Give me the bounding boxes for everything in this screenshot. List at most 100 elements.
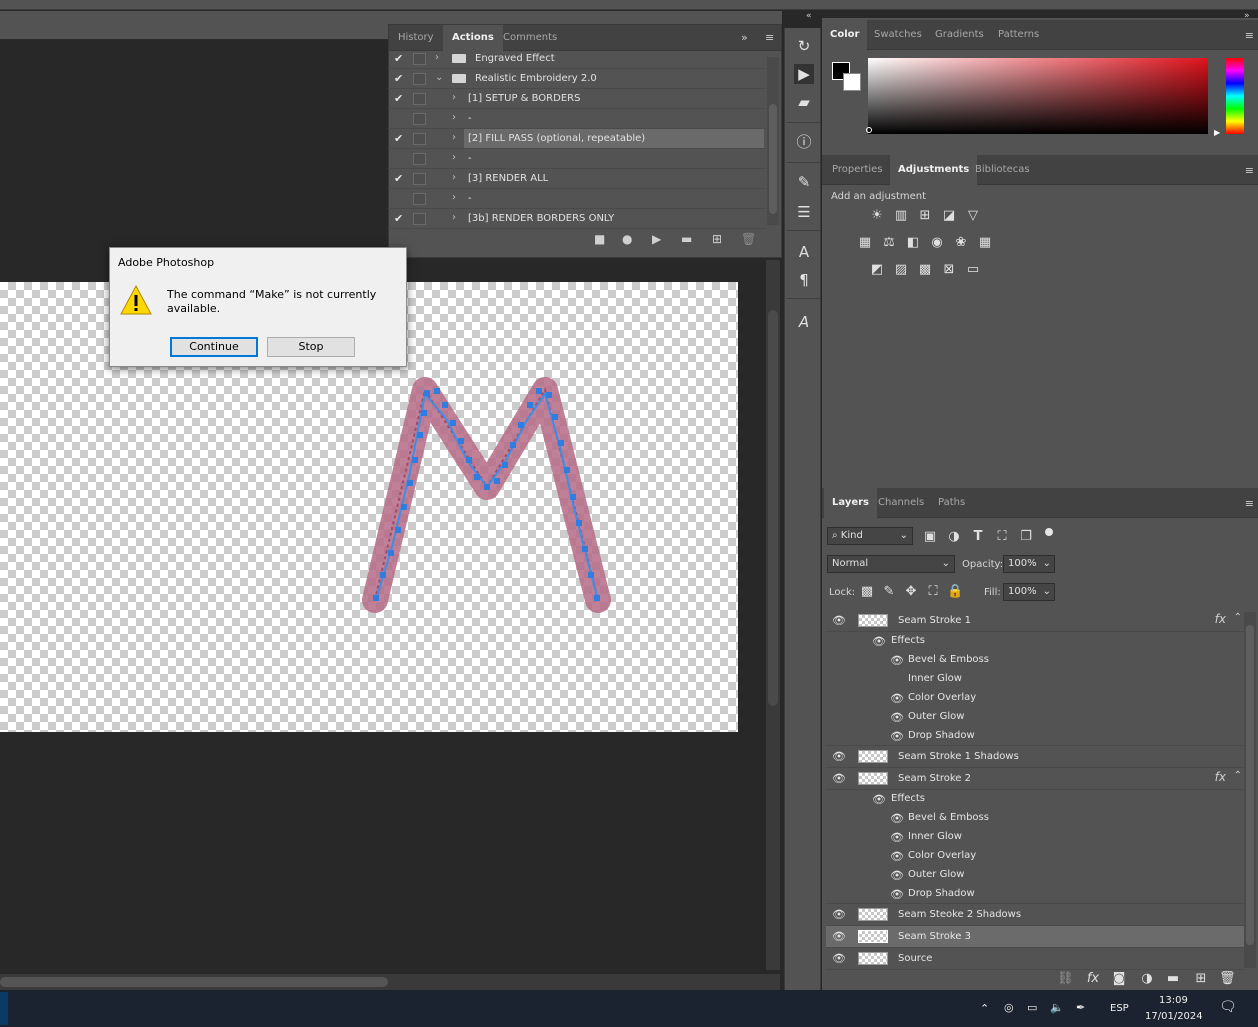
visibility-eye-icon[interactable]: 👁 bbox=[832, 750, 846, 763]
lock-transparent-pixels-icon[interactable]: ▩ bbox=[859, 584, 875, 600]
link-layers-icon[interactable]: ⛓ bbox=[1057, 971, 1074, 987]
toggle-item-checkbox[interactable] bbox=[394, 112, 406, 124]
brightness-contrast-icon[interactable]: ☀ bbox=[869, 208, 885, 224]
stop-recording-icon[interactable]: ■ bbox=[594, 232, 605, 246]
layer-row[interactable]: 👁 Seam Stroke 1 Shadows bbox=[826, 746, 1244, 768]
chevron-right-icon[interactable]: › bbox=[435, 52, 439, 63]
effect-row[interactable]: 👁 Drop Shadow bbox=[826, 885, 1244, 904]
glyphs-icon[interactable]: A bbox=[794, 312, 814, 332]
visibility-eye-icon[interactable]: 👁 bbox=[872, 793, 886, 806]
filter-smart-object-icon[interactable]: ❐ bbox=[1018, 529, 1034, 545]
chevron-right-icon[interactable]: › bbox=[452, 112, 456, 123]
info-icon[interactable]: ⓘ bbox=[794, 132, 814, 152]
comments-icon[interactable]: ▰ bbox=[794, 92, 814, 112]
layer-row[interactable]: 👁 Seam Steoke 2 Shadows bbox=[826, 904, 1244, 926]
layer-row[interactable]: 👁 Seam Stroke 1 fx ⌃ bbox=[826, 610, 1244, 632]
expand-panel-icon[interactable]: » bbox=[741, 31, 748, 44]
document-horizontal-scroll-thumb[interactable] bbox=[0, 977, 388, 987]
tab-properties[interactable]: Properties bbox=[824, 155, 891, 185]
effect-row[interactable]: 👁 Drop Shadow bbox=[826, 727, 1244, 746]
action-row[interactable]: › - bbox=[388, 189, 766, 209]
document-vertical-scroll-thumb[interactable] bbox=[768, 310, 778, 706]
visibility-eye-icon[interactable]: 👁 bbox=[832, 772, 846, 785]
toggle-item-checkbox[interactable]: ✔ bbox=[394, 92, 406, 105]
visibility-eye-icon[interactable]: 👁 bbox=[890, 654, 904, 667]
vibrance-icon[interactable]: ▽ bbox=[965, 208, 981, 224]
chevron-right-icon[interactable]: › bbox=[452, 92, 456, 103]
effect-row[interactable]: 👁 Bevel & Emboss bbox=[826, 809, 1244, 828]
color-lookup-icon[interactable]: ▦ bbox=[977, 235, 993, 251]
toggle-dialog-box[interactable] bbox=[413, 93, 426, 105]
effect-row[interactable]: 👁 Inner Glow bbox=[826, 828, 1244, 847]
panel-menu-icon[interactable]: ≡ bbox=[765, 31, 774, 44]
delete-layer-icon[interactable]: 🗑 bbox=[1219, 971, 1236, 987]
clock-date[interactable]: 17/01/2024 bbox=[1145, 1011, 1203, 1022]
layer-thumbnail[interactable] bbox=[858, 772, 888, 785]
visibility-eye-icon[interactable]: 👁 bbox=[832, 952, 846, 965]
tab-gradients[interactable]: Gradients bbox=[927, 20, 992, 50]
toggle-dialog-box[interactable] bbox=[413, 53, 426, 65]
toggle-dialog-box[interactable] bbox=[413, 113, 426, 125]
visibility-eye-icon[interactable]: 👁 bbox=[890, 869, 904, 882]
color-panel-menu-icon[interactable]: ≡ bbox=[1245, 29, 1254, 42]
chevron-right-icon[interactable]: › bbox=[452, 152, 456, 163]
record-icon[interactable]: ● bbox=[622, 232, 632, 246]
selective-color-icon[interactable]: ⊠ bbox=[941, 262, 957, 278]
chevron-right-icon[interactable]: › bbox=[452, 132, 456, 143]
toggle-dialog-box[interactable] bbox=[413, 193, 426, 205]
gradient-map-icon[interactable]: ▭ bbox=[965, 262, 981, 278]
toggle-item-checkbox[interactable]: ✔ bbox=[394, 52, 406, 65]
tab-patterns[interactable]: Patterns bbox=[990, 20, 1047, 50]
visibility-eye-icon[interactable]: 👁 bbox=[890, 730, 904, 743]
channel-mixer-icon[interactable]: ❀ bbox=[953, 235, 969, 251]
filter-adjustment-icon[interactable]: ◑ bbox=[946, 529, 962, 545]
visibility-eye-icon[interactable]: 👁 bbox=[832, 930, 846, 943]
meet-now-icon[interactable]: ◎ bbox=[1004, 1001, 1014, 1014]
new-adjustment-layer-icon[interactable]: ◑ bbox=[1139, 971, 1155, 987]
taskbar-app-button[interactable] bbox=[0, 992, 8, 1025]
notifications-icon[interactable]: 🗨 bbox=[1219, 999, 1237, 1015]
photo-filter-icon[interactable]: ◉ bbox=[929, 235, 945, 251]
new-group-icon[interactable]: ▬ bbox=[1165, 971, 1181, 987]
color-balance-icon[interactable]: ⚖ bbox=[881, 235, 897, 251]
new-set-folder-icon[interactable]: ▬ bbox=[681, 232, 692, 246]
effect-row[interactable]: 👁 Bevel & Emboss bbox=[826, 651, 1244, 670]
layer-name[interactable]: Source bbox=[898, 953, 932, 964]
blend-mode-select[interactable]: Normal ⌄ bbox=[827, 555, 955, 573]
chevron-down-icon[interactable]: ⌄ bbox=[435, 72, 443, 83]
layer-thumbnail[interactable] bbox=[858, 930, 888, 943]
tab-swatches[interactable]: Swatches bbox=[866, 20, 930, 50]
volume-icon[interactable]: 🔈 bbox=[1050, 1001, 1064, 1014]
layer-thumbnail[interactable] bbox=[858, 750, 888, 763]
visibility-eye-icon[interactable]: 👁 bbox=[832, 614, 846, 627]
layers-scroll-thumb[interactable] bbox=[1246, 625, 1254, 945]
layer-name[interactable]: Seam Steoke 2 Shadows bbox=[898, 909, 1021, 920]
action-row[interactable]: › - bbox=[388, 149, 766, 169]
visibility-eye-icon[interactable]: 👁 bbox=[890, 711, 904, 724]
black-white-icon[interactable]: ◧ bbox=[905, 235, 921, 251]
toggle-dialog-box[interactable] bbox=[413, 153, 426, 165]
language-indicator[interactable]: ESP bbox=[1110, 1003, 1129, 1014]
action-set-row[interactable]: ✔ ⌄ Realistic Embroidery 2.0 bbox=[388, 69, 766, 89]
visibility-eye-icon[interactable]: 👁 bbox=[832, 908, 846, 921]
levels-icon[interactable]: ▥ bbox=[893, 208, 909, 224]
visibility-eye-icon[interactable]: 👁 bbox=[890, 831, 904, 844]
color-field[interactable] bbox=[868, 58, 1208, 134]
clock-time[interactable]: 13:09 bbox=[1159, 995, 1188, 1006]
lock-position-icon[interactable]: ✥ bbox=[903, 584, 919, 600]
toggle-dialog-box[interactable] bbox=[413, 73, 426, 85]
effect-row[interactable]: 👁 Outer Glow bbox=[826, 708, 1244, 727]
hue-slider[interactable] bbox=[1226, 58, 1244, 134]
layer-name[interactable]: Seam Stroke 2 bbox=[898, 773, 971, 784]
chevron-right-icon[interactable]: › bbox=[452, 212, 456, 223]
action-row[interactable]: ✔ › [3b] RENDER BORDERS ONLY bbox=[388, 209, 766, 229]
lock-artboard-icon[interactable]: ⛶ bbox=[925, 584, 941, 600]
adjustment-sliders-icon[interactable]: ☰ bbox=[794, 202, 814, 222]
add-layer-style-icon[interactable]: fx bbox=[1085, 971, 1101, 987]
layer-thumbnail[interactable] bbox=[858, 952, 888, 965]
pen-icon[interactable]: ✒ bbox=[1076, 1001, 1085, 1014]
layer-row[interactable]: 👁 Seam Stroke 2 fx ⌃ bbox=[826, 768, 1244, 790]
stop-button[interactable]: Stop bbox=[267, 337, 355, 357]
play-selection-icon[interactable]: ▶ bbox=[652, 232, 661, 246]
effects-header-row[interactable]: 👁 Effects bbox=[826, 632, 1244, 651]
